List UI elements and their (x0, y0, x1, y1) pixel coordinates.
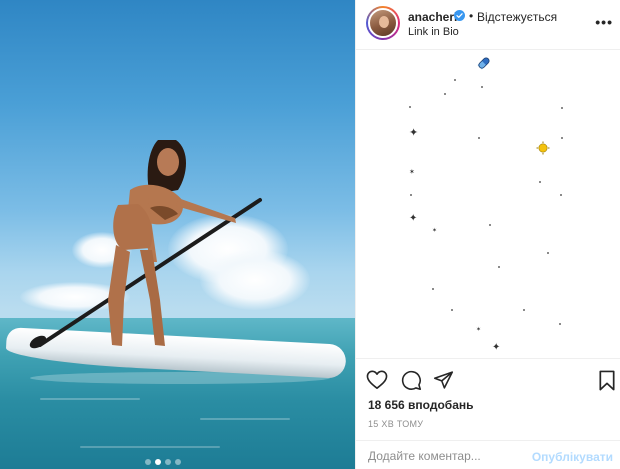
post-side-panel: anacheri • Відстежується Link in Bio ••• (355, 0, 620, 469)
sun-icon (536, 141, 550, 155)
star-icon: ✶ (409, 169, 415, 176)
star-icon: ✶ (432, 228, 438, 234)
sparkle-icon: ✦ (409, 213, 418, 224)
separator-dot: • (469, 9, 474, 23)
save-bookmark-icon[interactable] (596, 369, 618, 391)
carousel-dot[interactable] (165, 459, 171, 465)
following-button[interactable]: Відстежується (477, 10, 557, 24)
pill-icon (477, 57, 490, 70)
sparkle-icon: ✦ (492, 342, 501, 353)
dot-decoration (561, 107, 563, 109)
dot-decoration (432, 288, 434, 290)
comments-area: ✦ ✦ ✦ ✶ ✶ ✶ (356, 51, 620, 357)
dot-decoration (444, 93, 446, 95)
star-icon: ✶ (476, 327, 482, 333)
dot-decoration (523, 309, 525, 311)
dot-decoration (547, 252, 549, 254)
dot-decoration (559, 323, 561, 325)
dot-decoration (410, 194, 412, 196)
location-link[interactable]: Link in Bio (408, 26, 459, 38)
username-link[interactable]: anacheri (408, 10, 457, 24)
post-photo[interactable] (0, 0, 355, 469)
verified-badge-icon (454, 10, 465, 21)
carousel-dot[interactable] (145, 459, 151, 465)
publish-button[interactable]: Опублікувати (532, 450, 613, 464)
carousel-dot-active[interactable] (155, 459, 161, 465)
dot-decoration (409, 106, 411, 108)
more-options-icon[interactable]: ••• (595, 14, 613, 30)
sparkle-icon: ✦ (409, 127, 419, 139)
like-heart-icon[interactable] (366, 369, 388, 391)
dot-decoration (560, 194, 562, 196)
likes-count[interactable]: 18 656 вподобань (368, 398, 474, 412)
post-header: anacheri • Відстежується Link in Bio ••• (356, 0, 620, 50)
comment-composer: Опублікувати (356, 440, 620, 469)
comment-bubble-icon[interactable] (400, 369, 422, 391)
share-paper-plane-icon[interactable] (432, 369, 454, 391)
dot-decoration (481, 86, 483, 88)
carousel-dot[interactable] (175, 459, 181, 465)
carousel-dots (145, 459, 181, 465)
dot-decoration (454, 79, 456, 81)
comment-input[interactable] (368, 447, 538, 465)
dot-decoration (489, 224, 491, 226)
dot-decoration (478, 137, 480, 139)
dot-decoration (498, 266, 500, 268)
dot-decoration (561, 137, 563, 139)
dot-decoration (539, 181, 541, 183)
post-actions: 18 656 вподобань 15 ХВ ТОМУ Опублікувати (356, 358, 620, 469)
paddler-figure (29, 140, 262, 349)
post-timestamp[interactable]: 15 ХВ ТОМУ (368, 419, 423, 429)
dot-decoration (451, 309, 453, 311)
avatar[interactable] (366, 6, 400, 40)
